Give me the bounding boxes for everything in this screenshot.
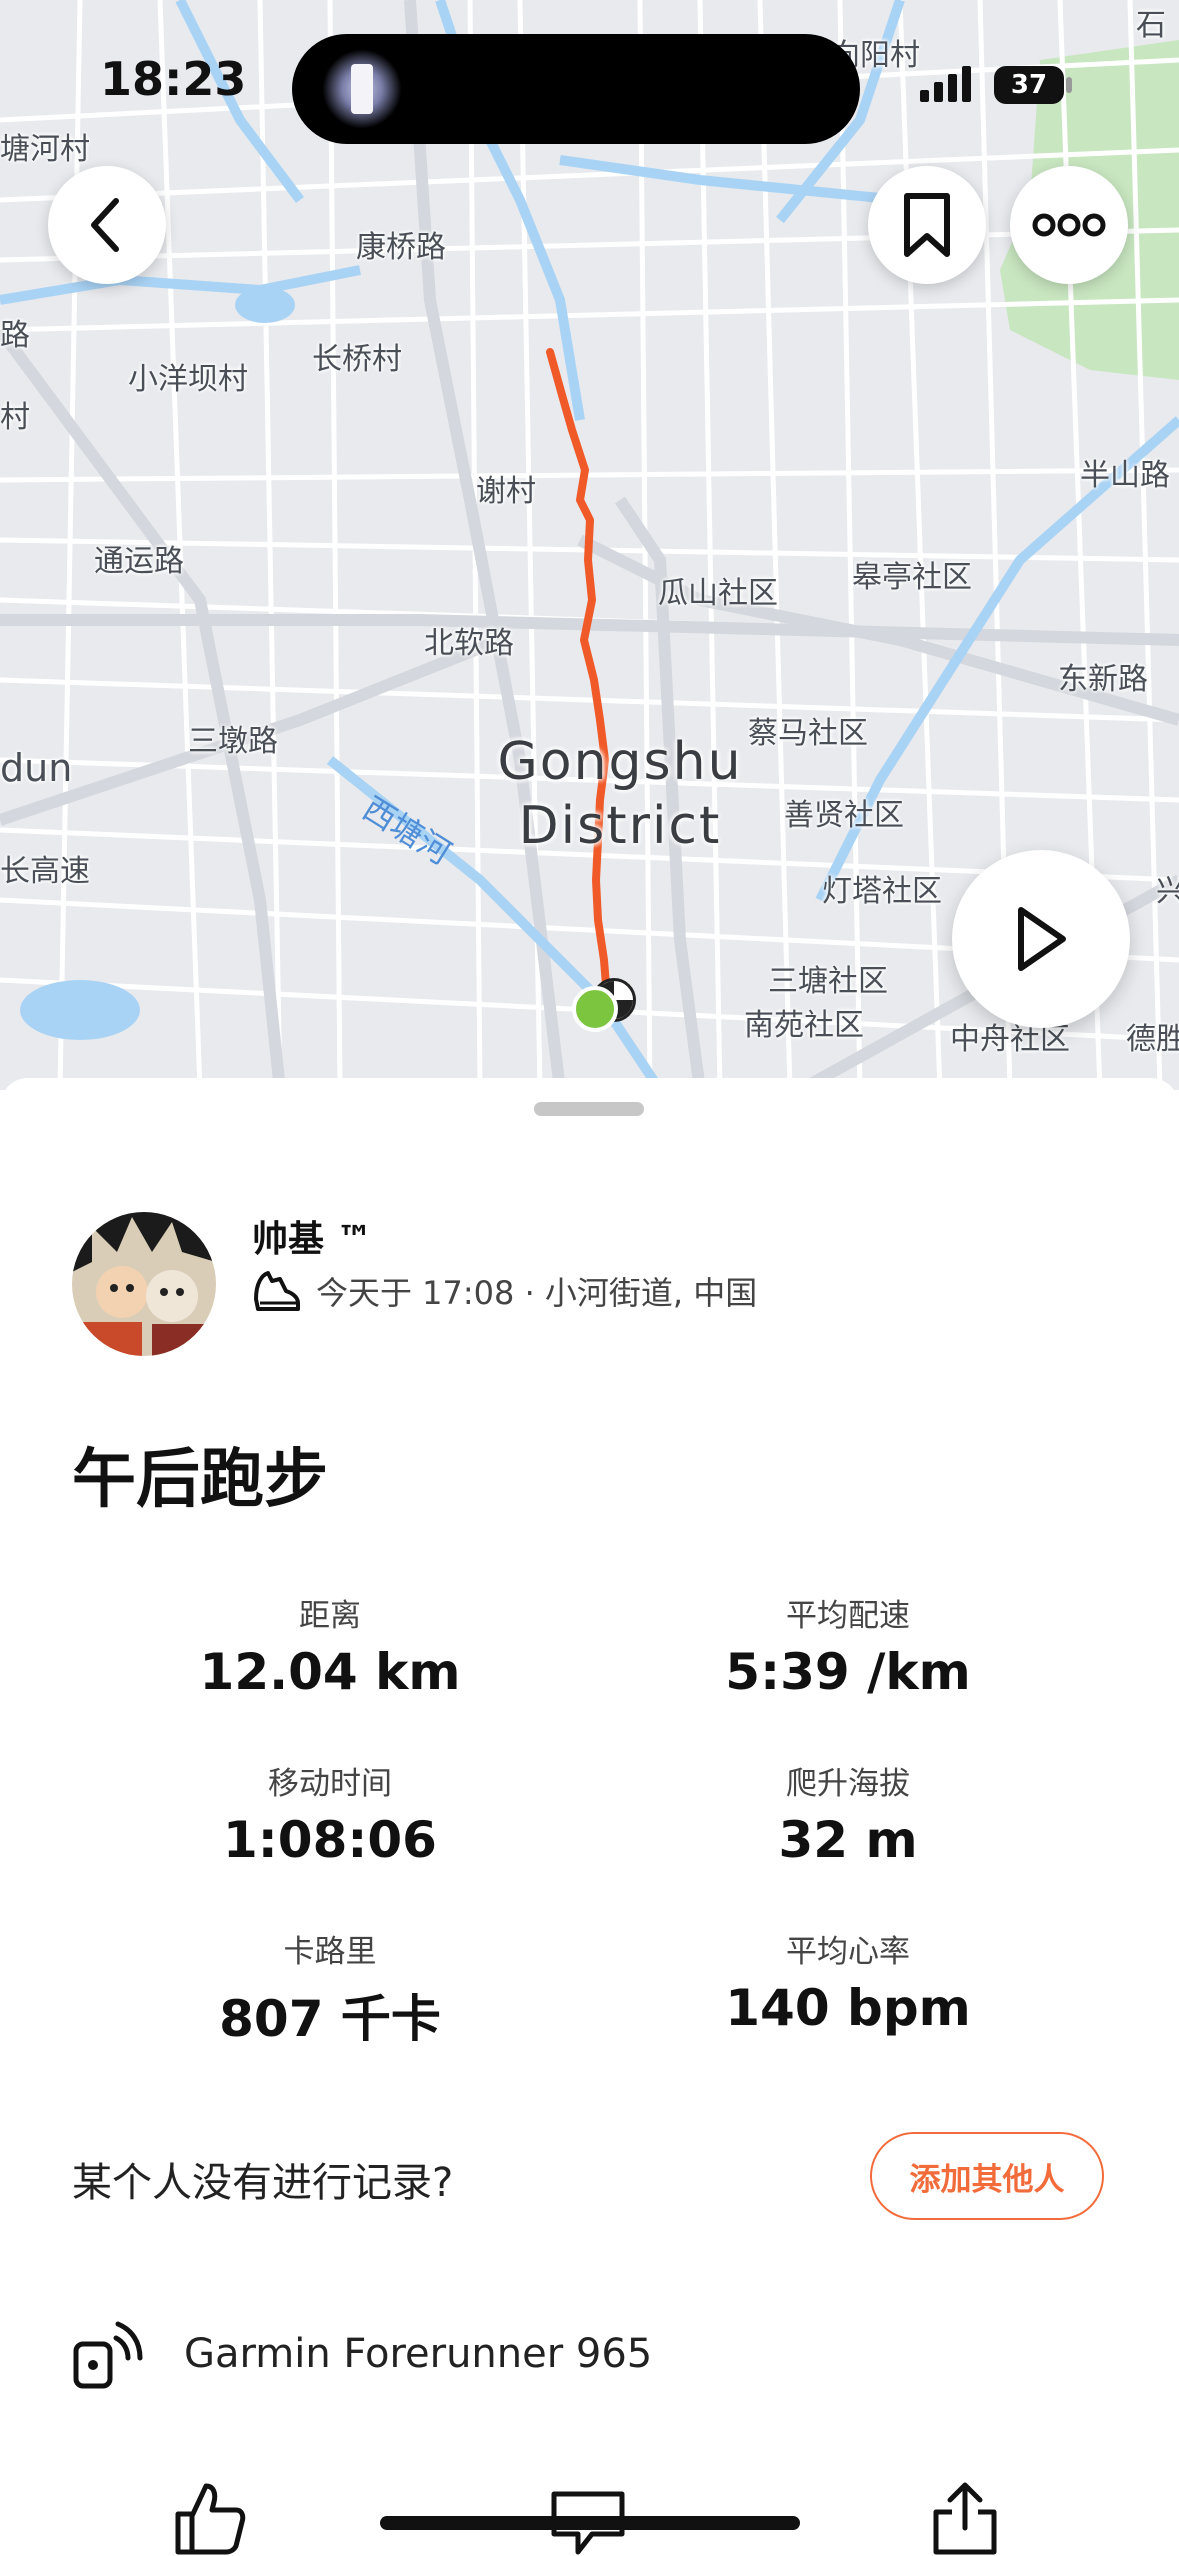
stat-value: 807 千卡	[219, 1990, 441, 2048]
stat-calories: 卡路里 807 千卡	[130, 1926, 530, 2051]
map-label: 南苑社区	[744, 1008, 864, 1043]
stat-value: 1:08:06	[223, 1811, 437, 1869]
battery-indicator: 37	[994, 66, 1064, 104]
more-dots-icon	[1032, 213, 1106, 237]
map-label: 兴	[1156, 874, 1179, 909]
flashlight-icon	[351, 64, 373, 114]
add-others-button[interactable]: 添加其他人	[870, 2132, 1104, 2220]
athlete-name[interactable]: 帅基 ™	[252, 1210, 373, 1262]
share-icon[interactable]	[930, 2480, 1000, 2556]
map-label: 瓜山社区	[658, 576, 778, 611]
stat-value: 5:39 /km	[725, 1643, 971, 1701]
device-name: Garmin Forerunner 965	[184, 2331, 653, 2377]
device-sync-icon	[73, 2321, 143, 2389]
map-label: 康桥路	[356, 230, 446, 265]
map-label: 谢村	[476, 474, 536, 509]
stat-label: 卡路里	[283, 1934, 377, 1970]
bookmark-button[interactable]	[868, 166, 986, 284]
map-label: 善贤社区	[784, 798, 904, 833]
activity-meta: 今天于 17:08 · 小河街道, 中国	[252, 1268, 757, 1314]
thumbs-up-icon[interactable]	[172, 2480, 248, 2556]
map-label: 三塘社区	[768, 964, 888, 999]
dynamic-island[interactable]	[292, 34, 860, 144]
map-label: 三墩路	[188, 724, 278, 759]
map-label: 村	[0, 400, 30, 435]
bookmark-icon	[904, 193, 950, 257]
map-label: 通运路	[94, 544, 184, 579]
status-time: 18:23	[100, 52, 247, 106]
district-line2: District	[518, 796, 722, 856]
map-label: 石	[1136, 8, 1166, 43]
chevron-left-icon	[91, 198, 119, 252]
flyover-play-button[interactable]	[952, 850, 1130, 1028]
stat-label: 移动时间	[268, 1766, 392, 1802]
stat-label: 平均心率	[786, 1934, 910, 1970]
avatar[interactable]	[72, 1212, 216, 1356]
missing-athlete-prompt: 某个人没有进行记录?	[72, 2160, 454, 2206]
activity-meta-text: 今天于 17:08 · 小河街道, 中国	[316, 1274, 758, 1312]
map-label: 半山路	[1080, 458, 1170, 493]
map-label: dun	[0, 746, 73, 790]
avatar-image	[72, 1212, 216, 1356]
stat-avg-heart-rate: 平均心率 140 bpm	[648, 1926, 1048, 2037]
stat-avg-pace: 平均配速 5:39 /km	[648, 1590, 1048, 1701]
stat-elevation-gain: 爬升海拔 32 m	[648, 1758, 1048, 1869]
district-label: Gongshu District	[470, 730, 770, 858]
stat-moving-time: 移动时间 1:08:06	[130, 1758, 530, 1869]
battery-tip	[1066, 77, 1072, 93]
district-line1: Gongshu	[497, 732, 743, 792]
play-icon	[1018, 907, 1066, 971]
stat-label: 平均配速	[786, 1598, 910, 1634]
map-label: 长桥村	[312, 342, 402, 377]
stat-value: 12.04 km	[199, 1643, 461, 1701]
back-button[interactable]	[48, 166, 166, 284]
map-label: 长高速	[0, 854, 90, 889]
map-label: 皋亭社区	[852, 560, 972, 595]
sheet-drag-handle[interactable]	[534, 1102, 644, 1116]
map-label: 路	[0, 318, 30, 353]
home-indicator[interactable]	[380, 2516, 800, 2530]
cellular-signal-icon	[920, 66, 971, 102]
start-marker	[572, 986, 618, 1032]
more-options-button[interactable]	[1010, 166, 1128, 284]
activity-title: 午后跑步	[72, 1443, 328, 1517]
map-label: 德胜	[1126, 1022, 1179, 1057]
stat-label: 爬升海拔	[786, 1766, 910, 1802]
stat-value: 32 m	[778, 1811, 918, 1869]
map-label: 北软路	[424, 626, 514, 661]
stat-distance: 距离 12.04 km	[130, 1590, 530, 1701]
running-shoe-icon	[254, 1271, 300, 1311]
map-label: 灯塔社区	[822, 874, 942, 909]
map-label: 塘河村	[0, 132, 90, 167]
device-row[interactable]: Garmin Forerunner 965	[72, 2318, 652, 2390]
map-label: 小洋坝村	[128, 362, 248, 397]
stat-label: 距离	[299, 1598, 361, 1634]
stat-value: 140 bpm	[725, 1979, 971, 2037]
map-label: 东新路	[1058, 662, 1148, 697]
